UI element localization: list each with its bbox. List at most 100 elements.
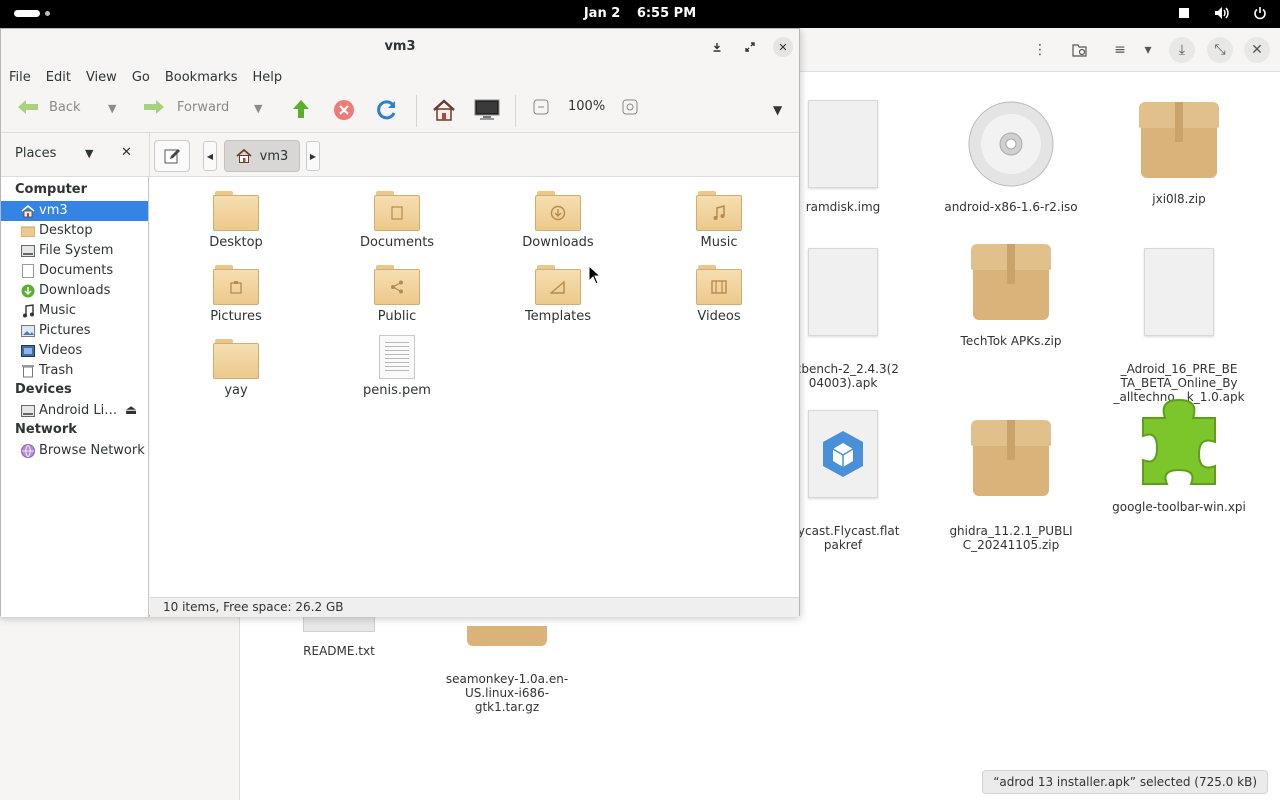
sidebar-item-vm3[interactable]: vm3 (1, 201, 148, 221)
close-icon[interactable]: ✕ (773, 37, 793, 57)
bg-file-item[interactable]: seamonkey-1.0a.en- US.linux-i686- gtk1.t… (432, 612, 582, 728)
sidebar-item-browse-network[interactable]: Browse Network (1, 441, 148, 461)
sidebar-item-music[interactable]: Music (1, 301, 148, 321)
eject-icon[interactable]: ⏏ (125, 401, 137, 421)
zoom-in-icon (622, 99, 638, 115)
menu-edit[interactable]: Edit (46, 70, 71, 85)
titlebar[interactable]: vm3 ✕ (1, 29, 799, 65)
menu-go[interactable]: Go (132, 70, 150, 85)
sidebar-item-documents[interactable]: Documents (1, 261, 148, 281)
folder-item[interactable]: Documents (337, 191, 457, 250)
sidebar-item-desktop[interactable]: Desktop (1, 221, 148, 241)
clock-time: 6:55 PM (636, 6, 697, 21)
folder-item[interactable]: Public (337, 265, 457, 324)
zoom-level[interactable]: 100% (568, 99, 605, 114)
reload-button[interactable] (376, 99, 398, 121)
text-file-icon (379, 335, 415, 379)
home-icon (433, 99, 455, 121)
sidebar-item-trash[interactable]: Trash (1, 361, 148, 381)
folder-item[interactable]: Music (659, 191, 779, 250)
templates-folder-icon (535, 265, 581, 305)
close-icon[interactable]: ✕ (1244, 37, 1270, 63)
sidebar-item-videos[interactable]: Videos (1, 341, 148, 361)
bg-file-name: TechTok APKs.zip (960, 334, 1062, 348)
menu-help[interactable]: Help (252, 70, 282, 85)
folder-item[interactable]: Videos (659, 265, 779, 324)
menu-file[interactable]: File (9, 70, 31, 85)
bg-file-item[interactable]: google-toolbar-win.xpi (1104, 396, 1254, 514)
volume-icon[interactable] (1214, 5, 1230, 21)
back-button[interactable]: Back (17, 99, 81, 115)
bg-file-item[interactable]: README.txt (264, 612, 414, 658)
bg-file-item[interactable]: ghidra_11.2.1_PUBLI C_20241105.zip (936, 404, 1086, 566)
breadcrumb-vm3[interactable]: vm3 (224, 140, 300, 172)
menu-view[interactable]: View (86, 70, 117, 85)
edit-location-button[interactable] (154, 140, 190, 172)
file-name: Downloads (522, 235, 594, 250)
clock-date: Jan 2 (583, 6, 621, 21)
documents-icon (21, 264, 35, 278)
menu-bookmarks[interactable]: Bookmarks (165, 70, 238, 85)
minimize-icon[interactable] (707, 37, 727, 57)
folder-item[interactable]: yay (176, 339, 296, 398)
folder-item[interactable]: Downloads (498, 191, 618, 250)
home-icon (236, 149, 252, 163)
file-name: Desktop (209, 235, 263, 250)
folder-item[interactable]: Desktop (176, 191, 296, 250)
videos-icon (21, 344, 35, 358)
kebab-menu-icon[interactable]: ⋮ (1030, 40, 1050, 60)
window-title: vm3 (384, 39, 416, 54)
home-icon (21, 204, 35, 218)
sidebar-type-dropdown-icon[interactable]: ▼ (85, 147, 93, 160)
bg-file-item[interactable]: TechTok APKs.zip (936, 242, 1086, 348)
file-name: Templates (524, 309, 592, 324)
close-sidebar-icon[interactable]: ✕ (121, 145, 132, 160)
clock[interactable]: Jan 2 6:55 PM (0, 6, 1280, 21)
maximize-icon[interactable] (740, 37, 760, 57)
screenshot-icon[interactable] (1176, 5, 1192, 21)
back-history-dropdown[interactable]: ▼ (108, 102, 116, 115)
forward-button[interactable]: Forward (143, 99, 229, 115)
bg-file-item[interactable]: _Adroid_16_PRE_BE TA_BETA_Online_By _all… (1104, 234, 1254, 418)
chevron-down-icon[interactable]: ▾ (1138, 40, 1158, 60)
sidebar-item-label: Music (39, 303, 76, 318)
breadcrumb-right-arrow-icon[interactable]: ▶ (306, 141, 320, 171)
folder-search-icon[interactable] (1070, 40, 1090, 60)
home-button[interactable] (432, 99, 456, 121)
bg-file-name: android-x86-1.6-r2.iso (944, 200, 1078, 214)
bg-file-name: jxi0l8.zip (1152, 192, 1206, 206)
stop-icon (334, 100, 354, 120)
disc-icon (967, 100, 1055, 188)
restore-icon[interactable]: ⤡ (1207, 37, 1233, 63)
power-icon[interactable] (1252, 5, 1268, 21)
folder-icon (213, 191, 259, 231)
file-name: yay (224, 383, 248, 398)
sidebar-item-file-system[interactable]: File System (1, 241, 148, 261)
zoom-out-button[interactable] (533, 99, 549, 115)
toolbar-overflow-chevron-icon[interactable]: ▼ (773, 103, 782, 117)
flatpak-cube-icon (808, 410, 878, 498)
edit-pencil-icon (164, 149, 180, 164)
sidebar-item-downloads[interactable]: Downloads (1, 281, 148, 301)
folder-item[interactable]: Pictures (176, 265, 296, 324)
sidebar-item-label: vm3 (39, 203, 68, 218)
zoom-in-button[interactable] (622, 99, 638, 115)
up-button[interactable] (291, 99, 311, 119)
forward-history-dropdown[interactable]: ▼ (254, 102, 262, 115)
bg-file-item[interactable]: android-x86-1.6-r2.iso (936, 100, 1086, 214)
folder-item[interactable]: Templates (498, 265, 618, 324)
sidebar-item-label: Trash (39, 363, 74, 378)
folder-icon (213, 339, 259, 379)
sidebar-item-pictures[interactable]: Pictures (1, 321, 148, 341)
file-item[interactable]: penis.pem (337, 335, 457, 398)
list-view-icon[interactable]: ≡ (1110, 40, 1130, 60)
breadcrumb-left-arrow-icon[interactable]: ◀ (203, 141, 217, 171)
download-icon[interactable]: ⤓ (1169, 37, 1195, 63)
stop-button[interactable] (333, 99, 355, 121)
file-name: Documents (359, 235, 435, 250)
computer-button[interactable] (474, 99, 500, 121)
bg-file-item[interactable]: jxi0l8.zip (1104, 100, 1254, 206)
sidebar-item-label: Browse Network (39, 443, 145, 458)
sidebar-item-android-drive[interactable]: Android Li… ⏏ (1, 401, 148, 421)
file-name: Music (700, 235, 738, 250)
